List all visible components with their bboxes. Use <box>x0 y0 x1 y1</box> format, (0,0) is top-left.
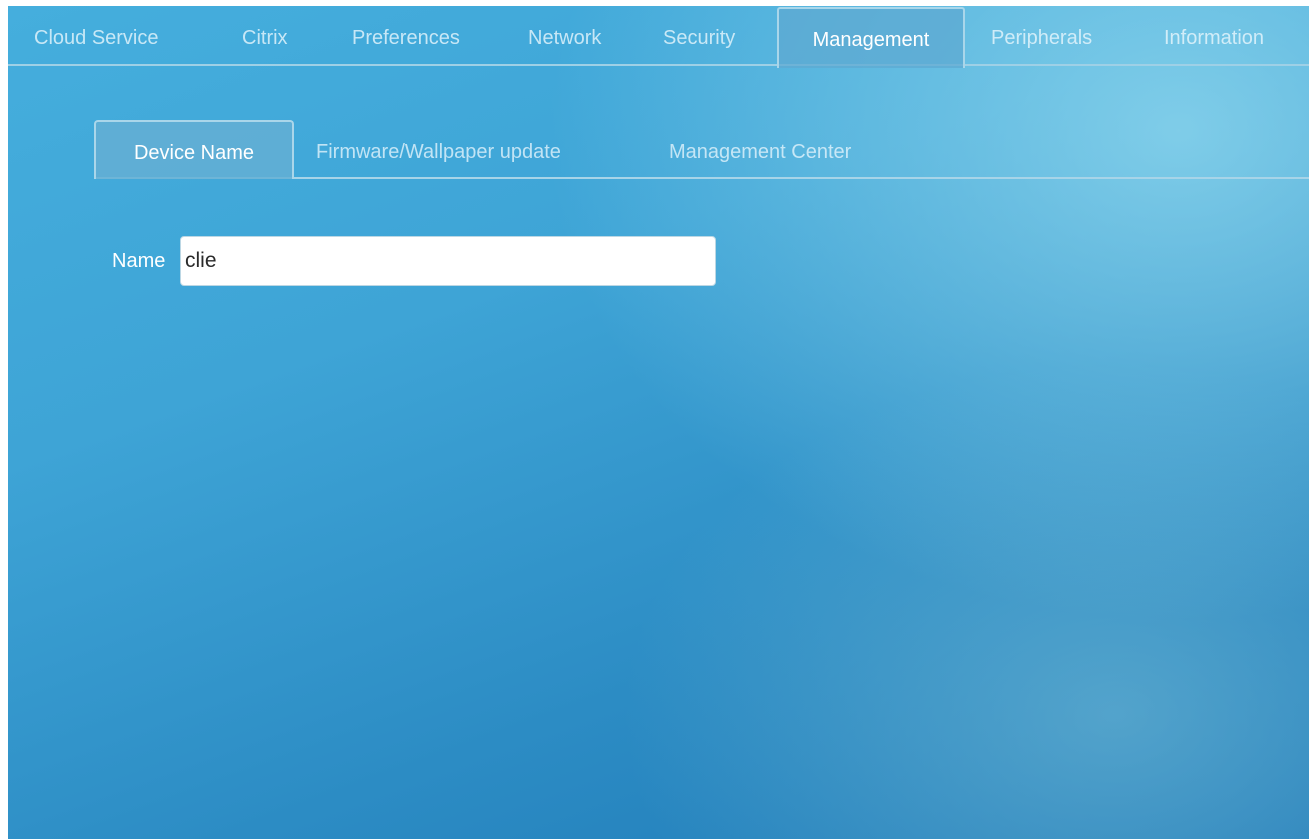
tab-management[interactable]: Management <box>777 7 965 68</box>
tab-network[interactable]: Network <box>528 6 601 66</box>
main-tab-bar: Cloud Service Citrix Preferences Network… <box>8 6 1309 68</box>
subtab-device-name[interactable]: Device Name <box>94 120 294 179</box>
tab-cloud-service[interactable]: Cloud Service <box>34 6 159 66</box>
subtab-firmware-wallpaper-update[interactable]: Firmware/Wallpaper update <box>316 120 561 179</box>
subtab-management-center[interactable]: Management Center <box>669 120 851 179</box>
settings-window: Cloud Service Citrix Preferences Network… <box>8 6 1309 839</box>
name-label: Name <box>112 250 166 272</box>
tab-peripherals[interactable]: Peripherals <box>991 6 1092 66</box>
device-name-input[interactable] <box>180 236 716 286</box>
tab-citrix[interactable]: Citrix <box>242 6 288 66</box>
tab-preferences[interactable]: Preferences <box>352 6 460 66</box>
management-sub-tab-bar: Device Name Firmware/Wallpaper update Ma… <box>8 120 1309 180</box>
tab-information[interactable]: Information <box>1164 6 1264 66</box>
tab-security[interactable]: Security <box>663 6 735 66</box>
